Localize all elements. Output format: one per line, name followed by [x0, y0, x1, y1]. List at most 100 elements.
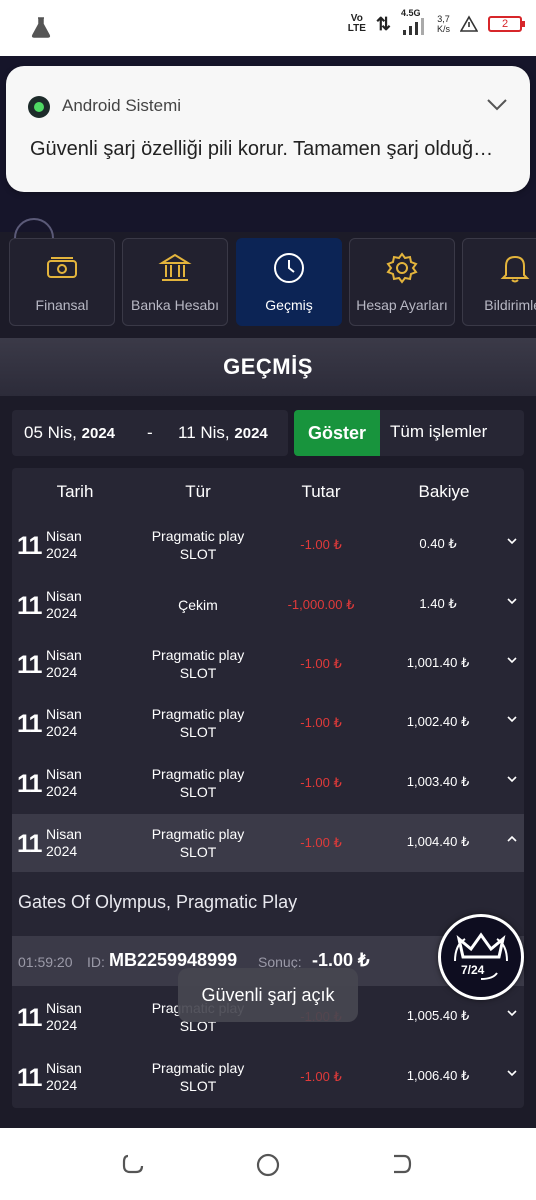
row-type: Pragmatic playSLOT	[151, 766, 245, 800]
row-balance: 1.40 ₺	[419, 596, 457, 611]
support-button[interactable]: 7/24	[438, 914, 524, 1000]
tab-label: Banka Hesabı	[131, 297, 219, 313]
header-date: Tarih	[56, 482, 94, 501]
table-row[interactable]: 11 Nisan 2024 Çekim -1,000.00 ₺ 1.40 ₺	[12, 576, 524, 634]
row-amount: -1.00 ₺	[300, 656, 342, 671]
show-button[interactable]: Göster	[294, 410, 380, 456]
row-balance: 1,002.40 ₺	[406, 714, 470, 729]
row-type: Pragmatic playSLOT	[151, 528, 245, 562]
row-balance: 1,004.40 ₺	[406, 834, 470, 849]
row-month: Nisan 2024	[46, 1060, 82, 1093]
table-header: Tarih Tür Tutar Bakiye	[12, 468, 524, 514]
money-icon	[47, 257, 77, 278]
network-speed: 3,7 K/s	[436, 14, 450, 34]
bank-icon	[158, 253, 192, 281]
row-type: Pragmatic playSLOT	[151, 706, 245, 740]
tab-label: Hesap Ayarları	[356, 297, 448, 313]
start-date[interactable]: 05 Nis, 2024	[24, 423, 115, 443]
end-date[interactable]: 11 Nis, 2024	[178, 423, 268, 443]
status-bar: Vo LTE ⇅ 4.5G 3,7 K/s 2	[0, 0, 536, 56]
clock-icon	[274, 253, 304, 283]
data-arrows-icon: ⇅	[375, 13, 391, 34]
chevron-down-icon[interactable]	[506, 654, 518, 666]
tab-label: Finansal	[35, 297, 89, 313]
account-tabs: Finansal Banka Hesabı Geçmiş Hesap Ayarl…	[0, 238, 536, 328]
tab-finansal[interactable]: Finansal	[9, 238, 115, 326]
volte-indicator: Vo LTE	[347, 13, 366, 34]
row-amount: -1.00 ₺	[300, 775, 342, 790]
chevron-up-icon[interactable]	[506, 833, 518, 845]
transaction-id-label: ID:	[87, 954, 105, 970]
tab-bildirimler[interactable]: Bildirimler	[462, 238, 536, 326]
page-title: GEÇMİŞ	[0, 338, 536, 396]
row-balance: 1,006.40 ₺	[406, 1068, 470, 1083]
row-month: Nisan 2024	[46, 528, 82, 561]
row-balance: 1,005.40 ₺	[406, 1008, 470, 1023]
bell-icon	[500, 255, 530, 283]
notification-app-name: Android Sistemi	[62, 96, 182, 115]
recent-apps-icon[interactable]	[122, 1152, 146, 1176]
header-balance: Bakiye	[418, 482, 470, 501]
alert-icon	[460, 15, 478, 32]
row-month: Nisan 2024	[46, 826, 82, 859]
notification-message: Güvenli şarj özelliği pili korur. Tamame…	[30, 138, 494, 160]
system-nav-bar	[0, 1128, 536, 1200]
table-row[interactable]: 11 Nisan2024 Pragmatic playSLOT -1.00 ₺ …	[12, 754, 524, 812]
support-label: 7/24	[461, 963, 485, 977]
row-amount: -1.00 ₺	[300, 1069, 342, 1084]
chevron-down-icon[interactable]	[486, 98, 508, 112]
table-row[interactable]: 11 Nisan2024 Pragmatic playSLOT -1.00 ₺ …	[12, 635, 524, 693]
flask-icon	[31, 17, 51, 38]
table-row[interactable]: 11 Nisan2024 Pragmatic playSLOT -1.00 ₺ …	[12, 1048, 524, 1106]
chevron-down-icon[interactable]	[506, 713, 518, 725]
home-icon[interactable]	[255, 1152, 281, 1178]
chevron-down-icon[interactable]	[506, 1007, 518, 1019]
tab-hesap-ayarlari[interactable]: Hesap Ayarları	[349, 238, 455, 326]
date-range-picker[interactable]: 05 Nis, 2024 - 11 Nis, 2024	[12, 410, 288, 456]
row-type: Çekim	[178, 597, 218, 613]
row-day: 11	[17, 1004, 42, 1032]
date-separator: -	[147, 423, 153, 442]
row-month: Nisan 2024	[46, 647, 82, 680]
battery-icon: 2	[488, 16, 525, 32]
row-day: 11	[17, 830, 42, 858]
row-day: 11	[17, 532, 42, 560]
chevron-down-icon[interactable]	[506, 1067, 518, 1079]
chevron-down-icon[interactable]	[506, 535, 518, 547]
row-balance: 0.40 ₺	[419, 536, 457, 551]
row-day: 11	[17, 592, 42, 620]
row-month: Nisan 2024	[46, 1000, 82, 1033]
row-day: 11	[17, 770, 42, 798]
row-day: 11	[17, 651, 42, 679]
table-row-expanded[interactable]: 11 Nisan 2024 Pragmatic play SLOT -1.00 ₺ …	[12, 814, 524, 872]
row-amount: -1,000.00 ₺	[287, 597, 355, 612]
row-type: Pragmatic playSLOT	[151, 826, 245, 860]
android-system-icon	[28, 96, 50, 118]
tab-banka-hesabi[interactable]: Banka Hesabı	[122, 238, 228, 326]
chevron-down-icon[interactable]	[506, 773, 518, 785]
toast-message: Güvenli şarj açık	[178, 968, 358, 1022]
tab-label: Bildirimler	[484, 297, 536, 313]
back-icon[interactable]	[390, 1152, 414, 1176]
signal-icon: 4.5G	[401, 8, 427, 36]
chevron-down-icon[interactable]	[506, 595, 518, 607]
row-month: Nisan 2024	[46, 766, 82, 799]
table-row[interactable]: 11 Nisan2024 Pragmatic playSLOT -1.00 ₺ …	[12, 694, 524, 752]
row-type: Pragmatic playSLOT	[151, 647, 245, 681]
row-amount: -1.00 ₺	[300, 537, 342, 552]
row-balance: 1,003.40 ₺	[406, 774, 470, 789]
row-amount: -1.00 ₺	[300, 715, 342, 730]
system-notification[interactable]: Android Sistemi Güvenli şarj özelliği pi…	[6, 66, 530, 192]
row-day: 11	[17, 1064, 42, 1092]
header-amount: Tutar	[301, 482, 341, 501]
transaction-type-select[interactable]: Tüm işlemler	[380, 410, 524, 456]
transaction-time: 01:59:20	[18, 954, 73, 970]
tab-gecmis[interactable]: Geçmiş	[236, 238, 342, 326]
row-day: 11	[17, 710, 42, 738]
gear-icon	[386, 252, 418, 284]
header-type: Tür	[185, 482, 211, 501]
crown-icon	[454, 932, 508, 980]
row-month: Nisan 2024	[46, 706, 82, 739]
row-balance: 1,001.40 ₺	[406, 655, 470, 670]
table-row[interactable]: 11 Nisan2024 Pragmatic playSLOT -1.00 ₺ …	[12, 516, 524, 574]
